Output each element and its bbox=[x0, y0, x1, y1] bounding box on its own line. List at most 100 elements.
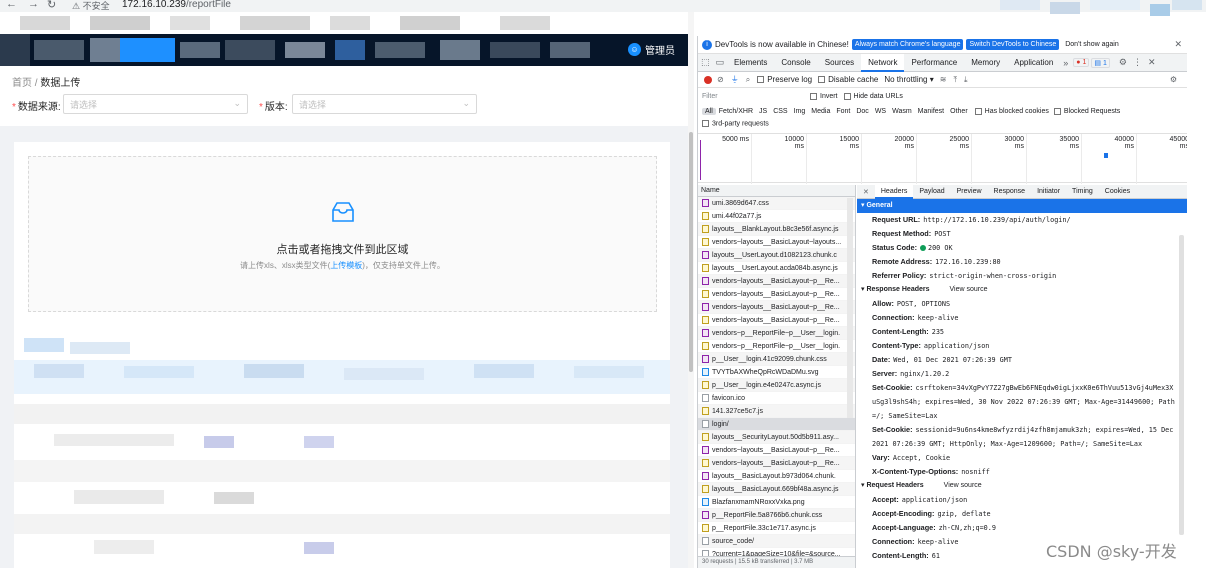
error-badge[interactable]: ● 1 bbox=[1073, 58, 1090, 67]
type-other[interactable]: Other bbox=[947, 108, 971, 115]
dont-show-again-button[interactable]: Don't show again bbox=[1062, 39, 1121, 50]
request-row[interactable]: layouts__BasicLayout.b973d064.chunk. bbox=[698, 470, 855, 483]
message-badge[interactable]: ▤ 1 bbox=[1091, 57, 1110, 68]
close-icon[interactable]: ✕ bbox=[857, 188, 875, 196]
tab-cookies[interactable]: Cookies bbox=[1099, 185, 1136, 199]
request-row[interactable]: layouts__BlankLayout.b8c3e56f.async.js bbox=[698, 223, 855, 236]
request-row[interactable]: p__ReportFile.33c1e717.async.js bbox=[698, 522, 855, 535]
user-menu[interactable]: ☺ 管理员 bbox=[628, 42, 675, 57]
request-row[interactable]: vendors~layouts__BasicLayout~p__Re... bbox=[698, 288, 855, 301]
import-icon[interactable]: ⤒ bbox=[953, 75, 957, 85]
detail-scrollbar[interactable] bbox=[1179, 235, 1184, 535]
tab-headers[interactable]: Headers bbox=[874, 185, 914, 199]
type-fetch[interactable]: Fetch/XHR bbox=[716, 108, 756, 115]
match-language-button[interactable]: Always match Chrome's language bbox=[851, 39, 964, 50]
request-row[interactable]: umi.44f02a77.js bbox=[698, 210, 855, 223]
type-js[interactable]: JS bbox=[756, 108, 770, 115]
network-overview[interactable]: 5000 ms 10000 ms 15000 ms 20000 ms 25000 ms 3… bbox=[698, 133, 1187, 184]
type-manifest[interactable]: Manifest bbox=[915, 108, 947, 115]
throttling-select[interactable]: No throttling ▾ bbox=[884, 75, 933, 84]
type-media[interactable]: Media bbox=[808, 108, 833, 115]
preserve-log-checkbox[interactable] bbox=[757, 76, 765, 83]
request-row[interactable]: umi.3869d647.css bbox=[698, 197, 855, 210]
tab-sources[interactable]: Sources bbox=[818, 54, 861, 72]
tab-application[interactable]: Application bbox=[1007, 54, 1060, 72]
hide-data-urls-checkbox[interactable] bbox=[843, 92, 851, 100]
clear-icon[interactable]: ⊘ bbox=[717, 75, 724, 84]
kebab-menu-icon[interactable]: ⋮ bbox=[1130, 57, 1145, 68]
request-row[interactable]: vendors~layouts__BasicLayout~p__Re... bbox=[698, 444, 855, 457]
request-row[interactable]: layouts__UserLayout.d1082123.chunk.c bbox=[698, 249, 855, 262]
request-row[interactable]: layouts__UserLayout.acda084b.async.js bbox=[698, 262, 855, 275]
request-row[interactable]: TVYTbAXWheQpRcWDaDMu.svg bbox=[698, 366, 855, 379]
tab-payload[interactable]: Payload bbox=[913, 185, 950, 199]
request-row[interactable]: vendors~layouts__BasicLayout~p__Re... bbox=[698, 457, 855, 470]
template-link[interactable]: 上传模板 bbox=[330, 261, 362, 270]
name-column-header[interactable]: Name bbox=[698, 185, 855, 197]
type-all[interactable]: All bbox=[702, 107, 716, 115]
record-icon[interactable] bbox=[704, 75, 712, 84]
request-row[interactable]: p__User__login.e4e0247c.async.js bbox=[698, 379, 855, 392]
request-row[interactable]: vendors~layouts__BasicLayout~p__Re... bbox=[698, 301, 855, 314]
tab-elements[interactable]: Elements bbox=[727, 54, 774, 72]
request-row[interactable]: vendors~layouts__BasicLayout~p__Re... bbox=[698, 314, 855, 327]
blocked-cookies-checkbox[interactable] bbox=[974, 107, 982, 115]
tab-performance[interactable]: Performance bbox=[904, 54, 964, 72]
url-text[interactable]: 172.16.10.239/reportFile bbox=[122, 0, 231, 10]
request-row[interactable]: p__User__login.41c92099.chunk.css bbox=[698, 353, 855, 366]
wifi-icon[interactable]: ≋ bbox=[940, 75, 947, 84]
switch-chinese-button[interactable]: Switch DevTools to Chinese bbox=[966, 39, 1060, 50]
tab-response[interactable]: Response bbox=[988, 185, 1032, 199]
back-arrow-icon[interactable]: ← bbox=[6, 0, 17, 10]
request-row[interactable]: layouts__SecurityLayout.50d5b911.asy... bbox=[698, 431, 855, 444]
third-party-checkbox[interactable] bbox=[702, 120, 709, 127]
blocked-requests-checkbox[interactable] bbox=[1053, 107, 1061, 115]
gear-icon[interactable]: ⚙ bbox=[1170, 75, 1177, 84]
device-toolbar-icon[interactable]: ▭ bbox=[713, 57, 728, 68]
version-select[interactable]: 请选择 ⌄ bbox=[292, 94, 477, 114]
tab-preview[interactable]: Preview bbox=[951, 185, 988, 199]
tab-network[interactable]: Network bbox=[861, 53, 905, 72]
request-row[interactable]: layouts__BasicLayout.669bf48a.async.js bbox=[698, 483, 855, 496]
more-tabs-icon[interactable]: » bbox=[1060, 58, 1071, 68]
response-headers-section-header[interactable]: ▾ Response Headers View source bbox=[857, 283, 1187, 297]
type-wasm[interactable]: Wasm bbox=[889, 108, 915, 115]
general-section-header[interactable]: ▾ General bbox=[857, 199, 1187, 213]
request-row[interactable]: vendors~layouts__BasicLayout~p__Re... bbox=[698, 275, 855, 288]
page-scrollbar[interactable] bbox=[688, 12, 694, 568]
filter-input[interactable]: Filter bbox=[702, 93, 810, 100]
export-icon[interactable]: ⤓ bbox=[964, 75, 968, 85]
disable-cache-checkbox[interactable] bbox=[818, 76, 826, 83]
tab-initiator[interactable]: Initiator bbox=[1031, 185, 1066, 199]
reload-icon[interactable]: ↻ bbox=[47, 0, 56, 11]
view-source-link[interactable]: View source bbox=[950, 286, 988, 293]
type-font[interactable]: Font bbox=[833, 108, 853, 115]
close-icon[interactable]: ✕ bbox=[1174, 39, 1182, 50]
view-source-link[interactable]: View source bbox=[944, 482, 982, 489]
upload-dragger[interactable]: 点击或者拖拽文件到此区域 请上传xls、xlsx类型文件(上传模板)，仅支持单文… bbox=[28, 156, 657, 312]
filter-icon[interactable]: ⏚ bbox=[731, 74, 739, 85]
request-row[interactable]: vendors~p__ReportFile~p__User__login. bbox=[698, 327, 855, 340]
type-ws[interactable]: WS bbox=[872, 108, 889, 115]
request-headers-section-header[interactable]: ▾ Request Headers View source bbox=[857, 479, 1187, 493]
type-doc[interactable]: Doc bbox=[853, 108, 871, 115]
request-row[interactable]: 141.327ce5c7.js bbox=[698, 405, 855, 418]
request-list-scrollbar[interactable] bbox=[847, 198, 853, 418]
request-row[interactable]: vendors~p__ReportFile~p__User__login. bbox=[698, 340, 855, 353]
inspect-icon[interactable]: ⬚ bbox=[698, 57, 713, 68]
invert-checkbox[interactable] bbox=[810, 92, 817, 100]
request-row[interactable]: favicon.ico bbox=[698, 392, 855, 405]
gear-icon[interactable]: ⚙ bbox=[1116, 57, 1130, 68]
insecure-warning[interactable]: ⚠ 不安全 bbox=[72, 0, 110, 12]
request-row[interactable]: vendors~layouts__BasicLayout~layouts... bbox=[698, 236, 855, 249]
request-row[interactable]: source_code/ bbox=[698, 535, 855, 548]
request-row[interactable]: BlazfanxmamNRoxxVxka.png bbox=[698, 496, 855, 509]
tab-timing[interactable]: Timing bbox=[1066, 185, 1099, 199]
request-row[interactable]: p__ReportFile.5a8766b6.chunk.css bbox=[698, 509, 855, 522]
tab-memory[interactable]: Memory bbox=[964, 54, 1007, 72]
breadcrumb-home[interactable]: 首页 bbox=[12, 78, 32, 89]
type-img[interactable]: Img bbox=[791, 108, 809, 115]
close-icon[interactable]: ✕ bbox=[1145, 57, 1159, 68]
forward-arrow-icon[interactable]: → bbox=[28, 0, 39, 10]
request-row[interactable]: login/ bbox=[698, 418, 855, 431]
